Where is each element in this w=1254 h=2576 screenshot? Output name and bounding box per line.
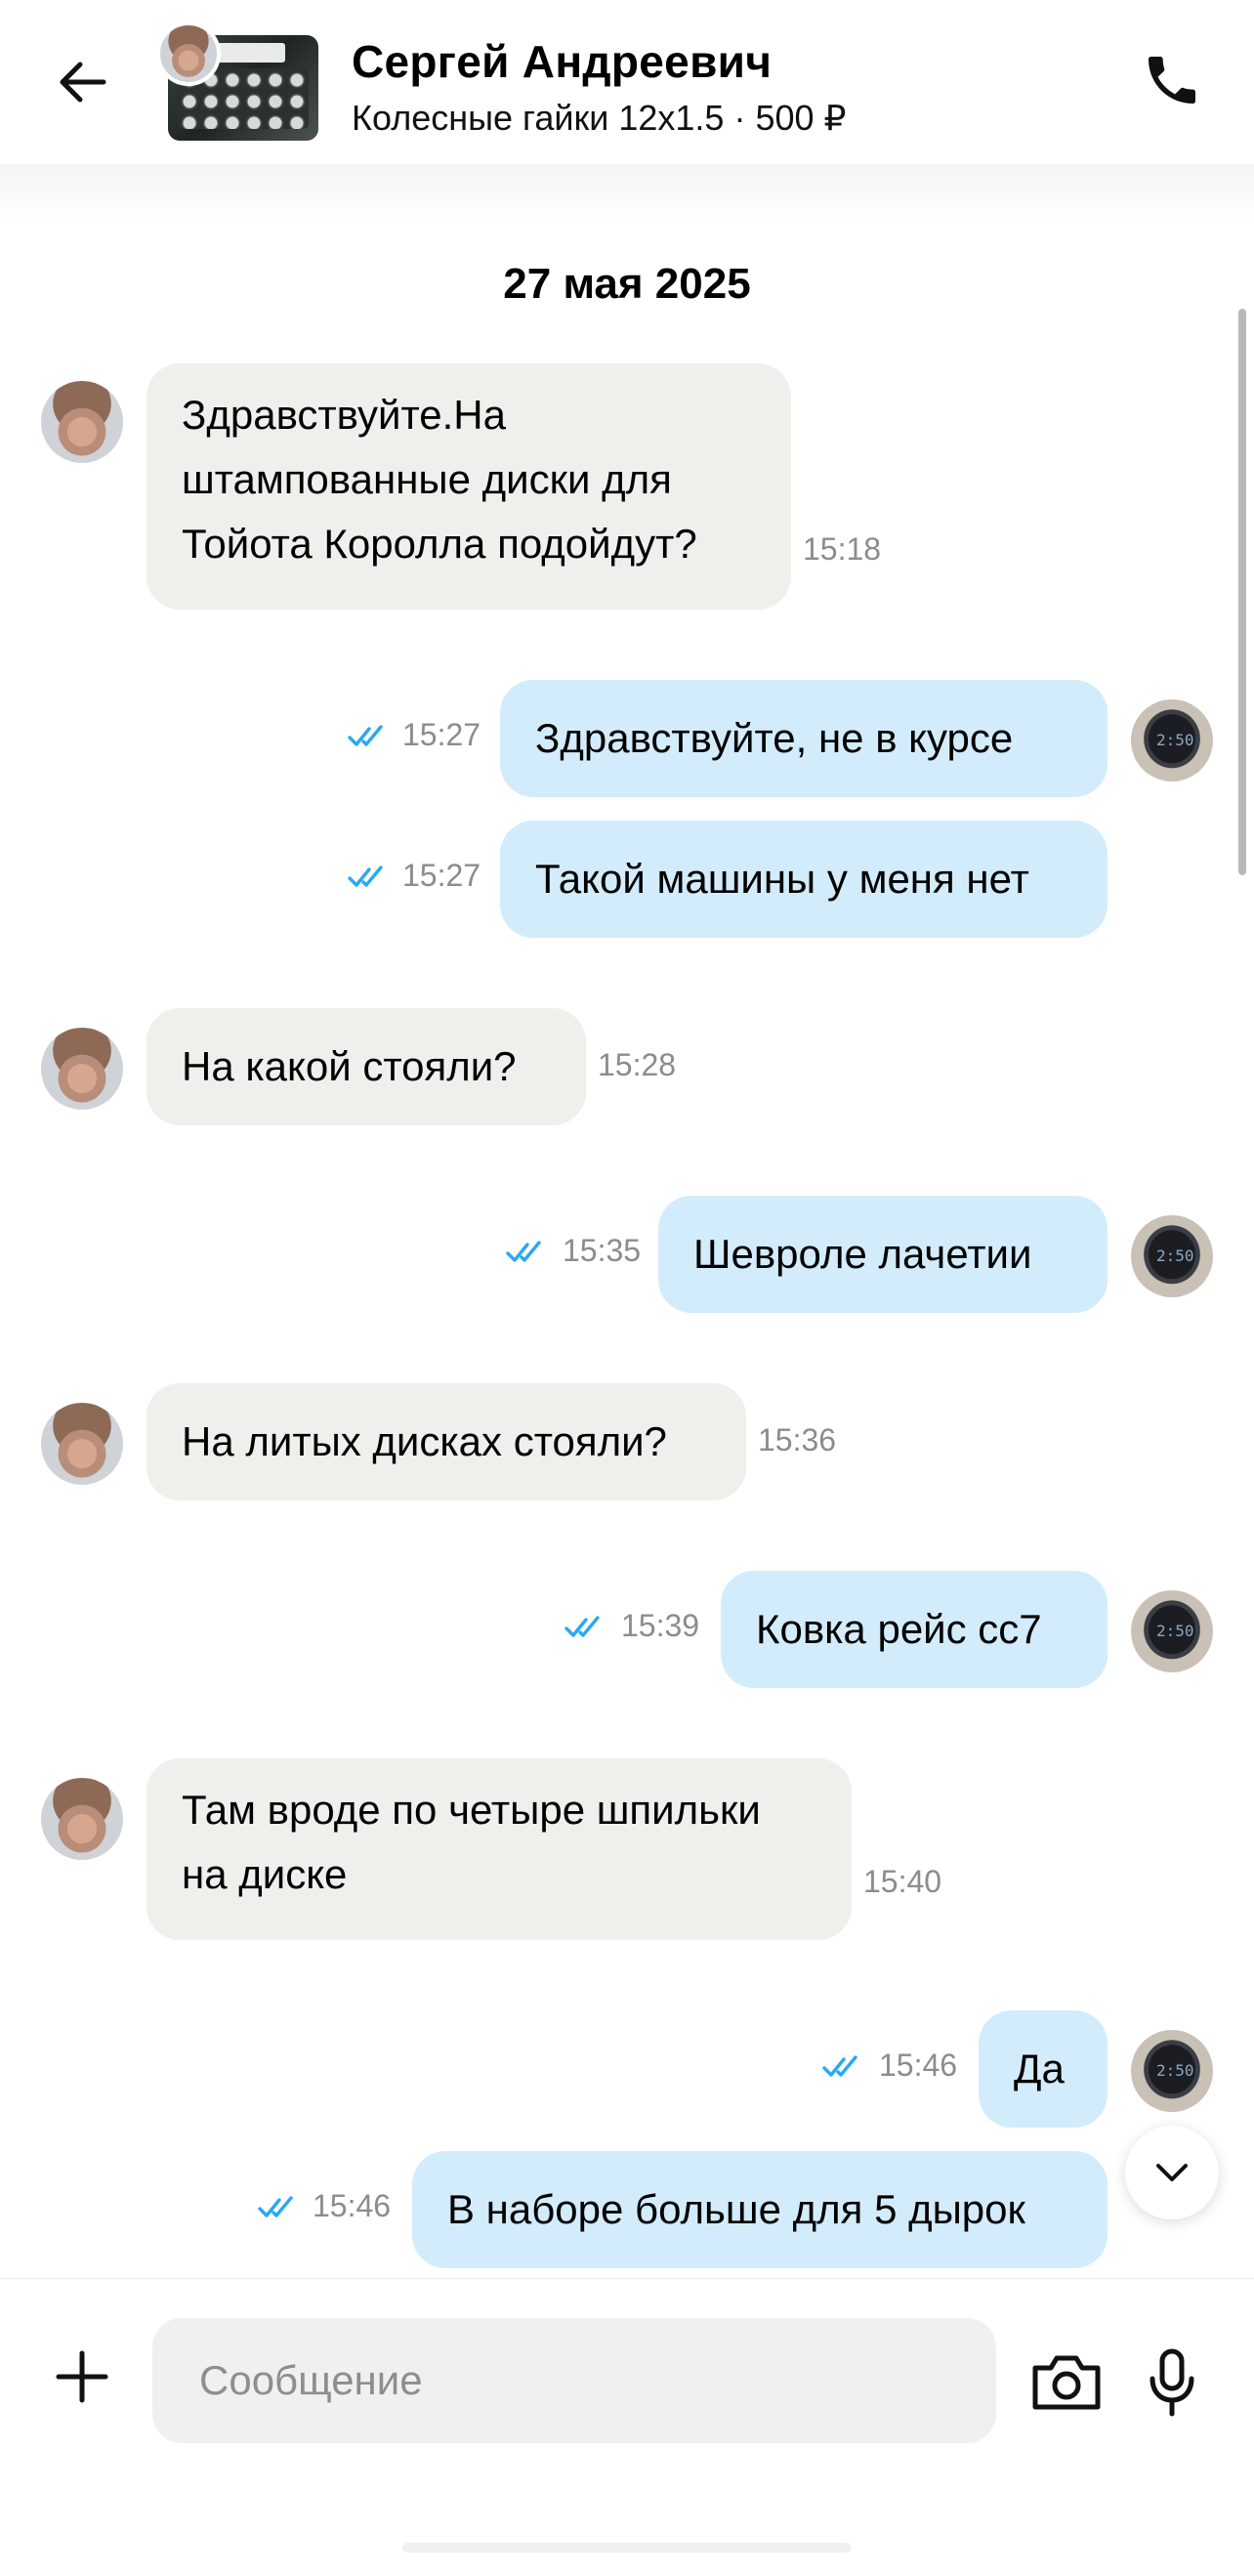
sender-avatar[interactable] bbox=[41, 1028, 123, 1110]
listing-title: Колесные гайки 12x1.5 bbox=[352, 98, 725, 138]
header-shadow bbox=[0, 164, 1254, 223]
message-time: 15:27 bbox=[402, 858, 481, 893]
arrow-left-icon bbox=[60, 62, 106, 103]
message-time: 15:39 bbox=[621, 1608, 700, 1643]
message-bubble-outgoing[interactable]: Такой машины у меня нет bbox=[500, 821, 1108, 938]
message-bubble-outgoing[interactable]: Здравствуйте, не в курсе bbox=[500, 680, 1108, 797]
message-time: 15:28 bbox=[598, 1047, 677, 1082]
chevron-down-icon bbox=[1156, 2164, 1188, 2181]
message-text: Такой машины у меня нет bbox=[535, 856, 1029, 902]
message-time: 15:46 bbox=[313, 2188, 392, 2223]
double-check-icon bbox=[506, 1241, 541, 1262]
my-avatar[interactable]: 2:50 bbox=[1131, 2030, 1213, 2112]
message-text: На литых дисках стояли? bbox=[182, 1418, 667, 1464]
my-avatar[interactable]: 2:50 bbox=[1131, 1590, 1213, 1672]
back-button[interactable] bbox=[49, 49, 115, 115]
message-text: Ковка рейс сс7 bbox=[756, 1606, 1042, 1652]
message-bubble-incoming[interactable]: На литых дисках стояли? bbox=[146, 1383, 746, 1500]
double-check-icon bbox=[348, 866, 383, 887]
microphone-button[interactable] bbox=[1137, 2342, 1207, 2424]
message-input[interactable] bbox=[152, 2318, 996, 2443]
listing-info[interactable]: Колесные гайки 12x1.5 · 500 ₽ bbox=[352, 98, 846, 139]
message-bubble-incoming[interactable]: Там вроде по четыре шпильки на диске bbox=[146, 1758, 852, 1940]
message-text: Шевроле лачетии bbox=[693, 1231, 1032, 1277]
home-indicator bbox=[402, 2543, 852, 2553]
plus-icon bbox=[56, 2350, 108, 2403]
my-avatar[interactable]: 2:50 bbox=[1131, 699, 1213, 781]
my-avatar[interactable]: 2:50 bbox=[1131, 1215, 1213, 1297]
message-text: В наборе больше для 5 дырок bbox=[447, 2186, 1025, 2232]
microphone-icon bbox=[1150, 2348, 1194, 2417]
add-attachment-button[interactable] bbox=[47, 2342, 117, 2412]
message-time: 15:40 bbox=[863, 1864, 942, 1899]
message-time: 15:27 bbox=[402, 717, 481, 752]
listing-separator: · bbox=[724, 98, 756, 138]
message-text: Там вроде по четыре шпильки на диске bbox=[182, 1787, 761, 1897]
contact-avatar[interactable] bbox=[156, 21, 221, 86]
message-list[interactable]: 27 мая 2025 Здравствуйте.На штампованные… bbox=[0, 164, 1254, 2278]
date-divider: 27 мая 2025 bbox=[503, 260, 751, 308]
scrollbar[interactable] bbox=[1238, 309, 1246, 875]
message-bubble-outgoing[interactable]: В наборе больше для 5 дырок bbox=[412, 2151, 1108, 2268]
double-check-icon bbox=[822, 2055, 857, 2077]
message-text: Да bbox=[1014, 2046, 1065, 2091]
message-time: 15:18 bbox=[803, 531, 882, 567]
message-bubble-incoming[interactable]: Здравствуйте.На штампованные диски для Т… bbox=[146, 363, 791, 610]
double-check-icon bbox=[348, 725, 383, 746]
sender-avatar[interactable] bbox=[41, 381, 123, 463]
message-bubble-outgoing[interactable]: Шевроле лачетии bbox=[658, 1196, 1108, 1313]
message-composer bbox=[0, 2278, 1254, 2576]
listing-price: 500 ₽ bbox=[755, 98, 847, 138]
double-check-icon bbox=[258, 2196, 293, 2217]
sender-avatar[interactable] bbox=[41, 1778, 123, 1860]
message-text: На какой стояли? bbox=[182, 1043, 517, 1089]
double-check-icon bbox=[564, 1616, 600, 1637]
message-time: 15:46 bbox=[879, 2048, 958, 2083]
contact-name[interactable]: Сергей Андреевич bbox=[352, 35, 772, 88]
message-bubble-incoming[interactable]: На какой стояли? bbox=[146, 1008, 586, 1125]
camera-button[interactable] bbox=[1025, 2342, 1108, 2424]
camera-icon bbox=[1032, 2355, 1101, 2410]
message-time: 15:36 bbox=[758, 1422, 837, 1457]
phone-icon bbox=[1149, 57, 1195, 104]
message-time: 15:35 bbox=[563, 1233, 642, 1268]
message-bubble-outgoing[interactable]: Да bbox=[979, 2010, 1108, 2128]
scroll-down-button[interactable] bbox=[1125, 2126, 1219, 2219]
sender-avatar[interactable] bbox=[41, 1403, 123, 1485]
message-text: Здравствуйте.На штампованные диски для Т… bbox=[182, 392, 697, 567]
chat-header: Сергей Андреевич Колесные гайки 12x1.5 ·… bbox=[0, 0, 1254, 164]
message-text: Здравствуйте, не в курсе bbox=[535, 715, 1014, 761]
call-button[interactable] bbox=[1135, 43, 1209, 117]
message-bubble-outgoing[interactable]: Ковка рейс сс7 bbox=[721, 1571, 1108, 1688]
